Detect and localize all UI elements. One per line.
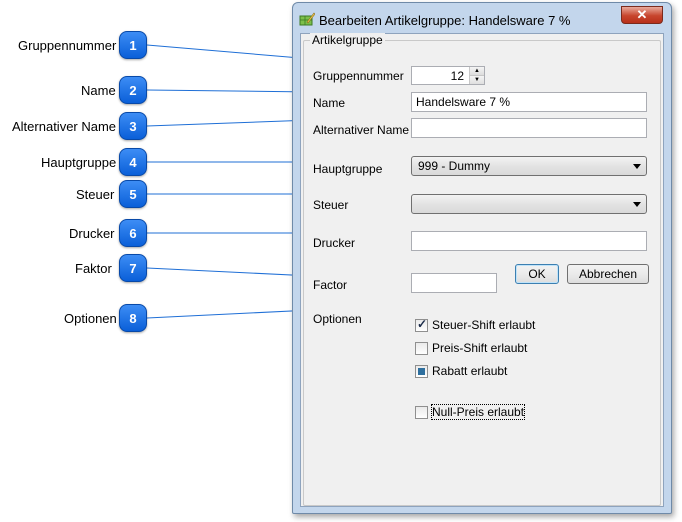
- steuer-shift-label[interactable]: Steuer-Shift erlaubt: [432, 318, 535, 332]
- preis-shift-label[interactable]: Preis-Shift erlaubt: [432, 341, 527, 355]
- callout-badge-5: 5: [119, 180, 147, 208]
- ok-button[interactable]: OK: [515, 264, 559, 284]
- steuer-shift-checkbox[interactable]: [415, 317, 428, 332]
- hauptgruppe-label: Hauptgruppe: [313, 162, 383, 176]
- leader-line-1: [146, 44, 313, 60]
- callout-label-1: Gruppennummer: [18, 38, 117, 53]
- stepper-up-icon[interactable]: ▲: [470, 67, 484, 76]
- callout-badge-7: 7: [119, 254, 147, 282]
- alt-name-label: Alternativer Name: [313, 123, 410, 137]
- drucker-input[interactable]: [411, 231, 647, 251]
- rabatt-label[interactable]: Rabatt erlaubt: [432, 364, 507, 378]
- gruppennummer-value: 12: [450, 69, 464, 83]
- rabatt-checkbox[interactable]: [415, 365, 428, 378]
- callout-badge-3: 3: [119, 112, 147, 140]
- gruppennummer-label: Gruppennummer: [313, 69, 404, 83]
- callout-label-4: Hauptgruppe: [41, 155, 117, 170]
- factor-label: Factor: [313, 278, 348, 292]
- name-input[interactable]: Handelsware 7 %: [411, 92, 647, 112]
- cancel-button[interactable]: Abbrechen: [567, 264, 649, 284]
- gruppennummer-stepper[interactable]: 12 ▲ ▼: [411, 66, 485, 85]
- callout-label-2: Name: [81, 83, 116, 98]
- edit-table-icon: [299, 12, 315, 26]
- chevron-down-icon: [633, 164, 641, 169]
- callout-label-5: Steuer: [76, 187, 115, 202]
- optionen-label: Optionen: [313, 312, 362, 326]
- alt-name-input[interactable]: [411, 118, 647, 138]
- title-bar[interactable]: Bearbeiten Artikelgruppe: Handelsware 7 …: [293, 3, 671, 33]
- leader-line-3: [146, 119, 313, 127]
- callout-badge-1: 1: [119, 31, 147, 59]
- callout-badge-2: 2: [119, 76, 147, 104]
- callout-label-7: Faktor: [75, 261, 112, 276]
- stepper-down-icon[interactable]: ▼: [470, 76, 484, 84]
- steuer-select[interactable]: [411, 194, 647, 214]
- factor-input[interactable]: [411, 273, 497, 293]
- hauptgruppe-select[interactable]: 999 - Dummy: [411, 156, 647, 176]
- stepper-buttons: ▲ ▼: [469, 67, 484, 84]
- callout-badge-8: 8: [119, 304, 147, 332]
- callout-label-6: Drucker: [69, 226, 115, 241]
- leader-line-8: [146, 309, 313, 319]
- hauptgruppe-value: 999 - Dummy: [418, 159, 491, 173]
- edit-article-group-dialog: Bearbeiten Artikelgruppe: Handelsware 7 …: [292, 2, 672, 514]
- callout-badge-6: 6: [119, 219, 147, 247]
- callout-label-3: Alternativer Name: [12, 119, 117, 134]
- steuer-label: Steuer: [313, 198, 349, 212]
- name-label: Name: [313, 96, 346, 110]
- null-preis-label[interactable]: Null-Preis erlaubt: [430, 404, 526, 420]
- window-title: Bearbeiten Artikelgruppe: Handelsware 7 …: [319, 13, 571, 28]
- chevron-down-icon: [633, 202, 641, 207]
- close-icon: ✕: [636, 7, 648, 22]
- group-title: Artikelgruppe: [310, 33, 385, 47]
- drucker-label: Drucker: [313, 236, 356, 250]
- leader-line-7: [146, 267, 313, 277]
- leader-line-2: [146, 89, 313, 93]
- preis-shift-checkbox[interactable]: [415, 342, 428, 355]
- dialog-client-area: Artikelgruppe Gruppennummer 12 ▲ ▼ Name …: [300, 33, 664, 507]
- null-preis-checkbox[interactable]: [415, 406, 428, 419]
- callout-label-8: Optionen: [64, 311, 117, 326]
- close-button[interactable]: ✕: [621, 6, 663, 24]
- callout-badge-4: 4: [119, 148, 147, 176]
